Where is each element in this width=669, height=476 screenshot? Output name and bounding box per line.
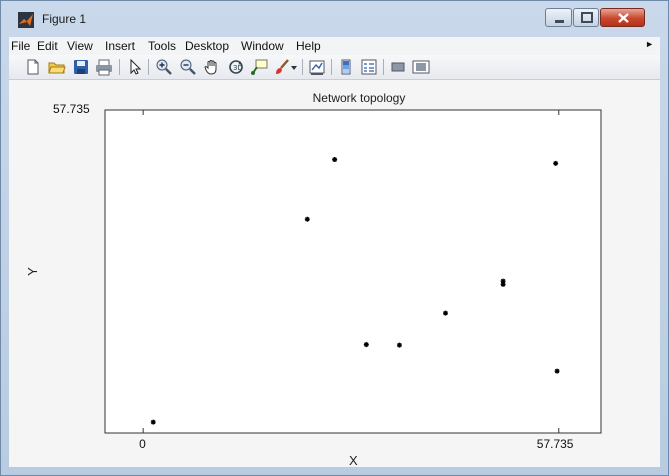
menu-view[interactable]: View (67, 39, 93, 53)
svg-text:3D: 3D (233, 64, 243, 72)
marker-star (150, 419, 156, 425)
scatter-plot[interactable] (9, 80, 660, 467)
minimize-button[interactable] (545, 8, 572, 27)
toolbar-separator (119, 59, 120, 75)
window-title: Figure 1 (42, 12, 87, 26)
marker-star (396, 342, 402, 348)
menu-bar: File Edit View Insert Tools Desktop Wind… (9, 37, 660, 55)
hide-plot-tools-icon[interactable] (389, 58, 407, 76)
marker-star (553, 160, 559, 166)
brush-dropdown-icon[interactable] (290, 58, 298, 76)
maximize-button[interactable] (573, 8, 599, 27)
data-point[interactable] (304, 216, 310, 222)
rotate-3d-icon[interactable]: 3D (227, 58, 245, 76)
chevron-right-icon[interactable]: ► (645, 39, 654, 49)
new-figure-icon[interactable] (24, 58, 42, 76)
toolbar-separator (331, 59, 332, 75)
edit-plot-arrow-icon[interactable] (126, 58, 144, 76)
show-plot-tools-icon[interactable] (412, 58, 430, 76)
data-point[interactable] (363, 342, 369, 348)
data-point[interactable] (396, 342, 402, 348)
figure-toolbar: 3D (9, 55, 660, 80)
marker-star (443, 310, 449, 316)
marker-star (304, 216, 310, 222)
menu-desktop[interactable]: Desktop (185, 39, 229, 53)
toolbar-separator (302, 59, 303, 75)
data-point[interactable] (554, 368, 560, 374)
open-file-icon[interactable] (48, 58, 66, 76)
zoom-out-icon[interactable] (179, 58, 197, 76)
data-point[interactable] (443, 310, 449, 316)
menu-file[interactable]: File (11, 39, 30, 53)
axes-box (104, 109, 602, 434)
print-icon[interactable] (95, 58, 113, 76)
data-cursor-icon[interactable] (250, 58, 268, 76)
menu-edit[interactable]: Edit (37, 39, 58, 53)
data-point[interactable] (553, 160, 559, 166)
brush-icon[interactable] (273, 58, 291, 76)
marker-star (363, 342, 369, 348)
data-point[interactable] (500, 281, 506, 287)
zoom-in-icon[interactable] (155, 58, 173, 76)
save-icon[interactable] (72, 58, 90, 76)
link-plot-icon[interactable] (308, 58, 326, 76)
data-point[interactable] (332, 157, 338, 163)
title-bar[interactable]: Figure 1 (1, 1, 668, 37)
close-button[interactable] (600, 8, 645, 27)
pan-hand-icon[interactable] (203, 58, 221, 76)
matlab-logo-icon (18, 12, 34, 28)
figure-window: Figure 1 File Edit View Insert Tools Des… (0, 0, 669, 476)
legend-icon[interactable] (360, 58, 378, 76)
marker-star (332, 157, 338, 163)
menu-help[interactable]: Help (296, 39, 321, 53)
toolbar-separator (148, 59, 149, 75)
menu-insert[interactable]: Insert (105, 39, 135, 53)
colorbar-icon[interactable] (337, 58, 355, 76)
marker-star (500, 281, 506, 287)
menu-window[interactable]: Window (241, 39, 284, 53)
figure-canvas: Network topology 57.735 0 57.735 X Y (9, 80, 660, 468)
toolbar-separator (383, 59, 384, 75)
data-point[interactable] (150, 419, 156, 425)
menu-tools[interactable]: Tools (148, 39, 176, 53)
marker-star (554, 368, 560, 374)
